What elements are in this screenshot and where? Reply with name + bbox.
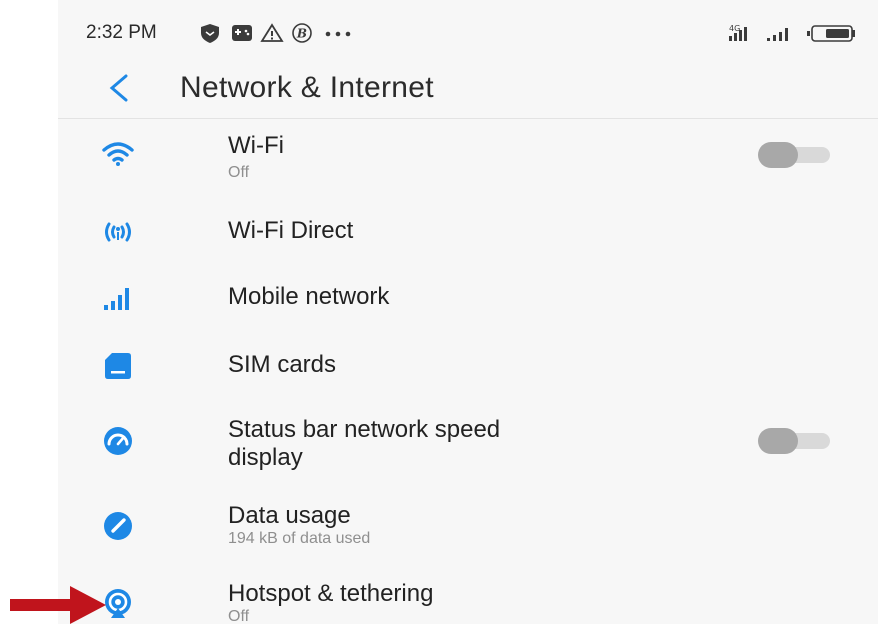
warning-icon (260, 23, 284, 42)
signal-icon (767, 28, 788, 41)
setting-item-data-usage[interactable]: Data usage 194 kB of data used (58, 498, 878, 556)
setting-item-wifi-direct[interactable]: Wi-Fi Direct (58, 206, 878, 258)
setting-subtitle: 194 kB of data used (228, 530, 371, 547)
setting-title: Wi-Fi Direct (228, 217, 354, 244)
setting-item-sim-cards[interactable]: SIM cards (58, 340, 878, 392)
setting-item-hotspot[interactable]: Hotspot & tethering Off (58, 578, 878, 624)
shield-icon (201, 24, 219, 43)
wifi-direct-icon (105, 222, 131, 242)
battery-icon (807, 25, 855, 42)
status-speed-toggle[interactable] (756, 426, 834, 456)
sim-card-icon (105, 353, 131, 379)
setting-item-status-bar-speed[interactable]: Status bar network speed display (58, 410, 878, 474)
wifi-icon (102, 142, 134, 166)
red-arrow-icon (10, 586, 106, 624)
status-right-icons: 4G (728, 22, 868, 44)
setting-title-line2: display (228, 444, 303, 471)
page-title: Network & Internet (180, 71, 434, 104)
hotspot-icon (105, 589, 131, 618)
toggle-knob (758, 428, 798, 454)
data-usage-icon (104, 512, 132, 540)
svg-text:B: B (296, 27, 307, 41)
setting-title: Hotspot & tethering (228, 580, 434, 607)
setting-title-line1: Status bar network speed (228, 416, 501, 443)
speedometer-icon (104, 427, 132, 455)
toggle-knob (758, 142, 798, 168)
status-time: 2:32 PM (86, 22, 157, 43)
status-bar: 2:32 PM B 4G (58, 0, 878, 62)
bitcoin-b-icon: B (292, 23, 312, 43)
gamepad-icon (232, 25, 252, 41)
signal-bars-icon (104, 288, 129, 310)
setting-item-wifi[interactable]: Wi-Fi Off (58, 122, 878, 184)
more-dots-icon (325, 31, 351, 37)
back-chevron-icon[interactable] (100, 68, 140, 108)
setting-item-mobile-network[interactable]: Mobile network (58, 272, 878, 324)
setting-subtitle: Off (228, 164, 250, 181)
4g-signal-icon: 4G (729, 24, 747, 41)
setting-subtitle: Off (228, 608, 250, 624)
setting-title: Mobile network (228, 283, 390, 310)
setting-title: Wi-Fi (228, 132, 284, 159)
svg-text:4G: 4G (729, 24, 740, 33)
setting-title: SIM cards (228, 351, 337, 378)
setting-title: Data usage (228, 502, 351, 529)
app-header: Network & Internet (58, 62, 878, 119)
phone-screen: 2:32 PM B 4G Network & Internet Wi-Fi Of… (58, 0, 878, 624)
wifi-toggle[interactable] (756, 140, 834, 170)
